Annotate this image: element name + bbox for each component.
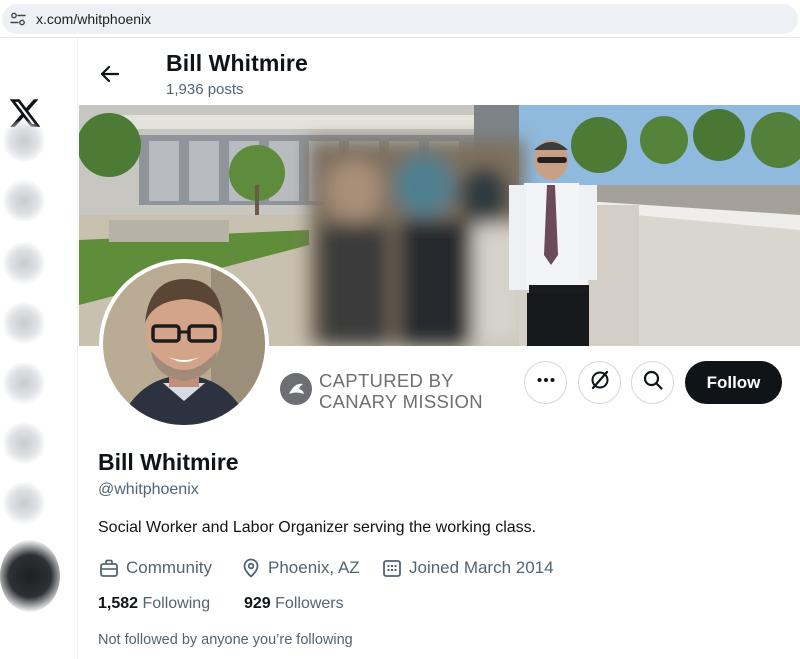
profile-avatar[interactable] [99,259,269,429]
tune-icon[interactable] [8,9,28,29]
nav-grok-icon[interactable] [3,362,45,404]
following-link[interactable]: 1,582 Following [98,595,210,613]
joined-label: Joined March 2014 [409,558,554,577]
arrow-left-icon[interactable] [96,60,124,88]
profile-bio: Social Worker and Labor Organizer servin… [98,519,537,536]
header-name: Bill Whitmire [166,50,308,76]
browser-url-bar: x.com/whitphoenix [0,0,800,38]
watermark-line-1: CAPTURED BY [319,370,454,391]
location-pin-icon [243,558,259,578]
nav-lists-icon[interactable] [3,422,45,464]
search-icon [642,369,664,396]
not-followed-notice: Not followed by anyone you’re following [98,632,353,648]
watermark-line-2: CANARY MISSION [319,391,483,412]
nav-messages-icon[interactable] [3,302,45,344]
profile-handle: @whitphoenix [98,481,199,498]
profile-category: Community [98,556,212,580]
more-button[interactable] [524,361,567,404]
followers-link[interactable]: 929 Followers [244,595,344,613]
profile-joined: Joined March 2014 [381,556,554,580]
profile-name: Bill Whitmire [98,449,239,475]
followers-label: Followers [275,595,344,612]
nav-post-button[interactable] [0,540,60,612]
url-text[interactable]: x.com/whitphoenix [36,11,151,27]
header-post-count: 1,936 posts [166,81,244,98]
nav-explore-icon[interactable] [3,180,45,222]
search-button[interactable] [631,361,674,404]
address-bar[interactable]: x.com/whitphoenix [2,4,798,34]
grok-icon [589,369,611,396]
follow-button[interactable]: Follow [685,361,782,404]
more-dots-icon [535,369,557,396]
category-label: Community [126,558,212,577]
location-label: Phoenix, AZ [268,558,360,577]
nav-home-icon[interactable] [3,120,45,162]
nav-notifications-icon[interactable] [3,242,45,284]
following-count: 1,582 [98,595,139,612]
calendar-icon [383,560,401,577]
profile-location: Phoenix, AZ [240,556,360,580]
following-label: Following [142,595,211,612]
nav-profile-icon[interactable] [3,482,45,524]
canary-bird-icon [279,372,313,406]
grok-button[interactable] [578,361,621,404]
briefcase-icon [100,559,118,577]
followers-count: 929 [244,595,271,612]
